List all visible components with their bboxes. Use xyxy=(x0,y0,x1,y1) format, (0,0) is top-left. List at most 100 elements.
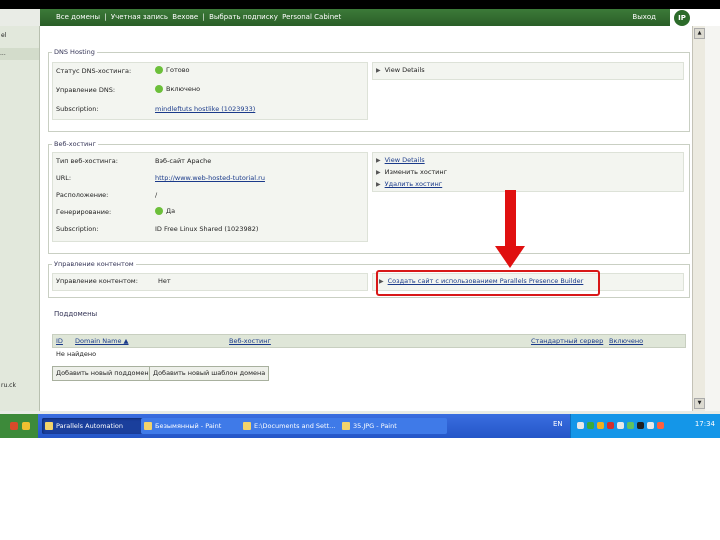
delete-hosting-link[interactable]: ▶ Удалить хостинг xyxy=(376,180,442,188)
tray-icon[interactable] xyxy=(607,422,614,429)
nav-link-all-domains[interactable]: Все домены xyxy=(56,13,100,21)
dns-subscription-link[interactable]: mindleftuts hostlike (1023933) xyxy=(155,105,255,113)
status-ok-icon xyxy=(155,85,163,93)
add-domain-template-button[interactable]: Добавить новый шаблон домена xyxy=(149,366,270,381)
browser-icon xyxy=(45,422,53,430)
folder-icon xyxy=(243,422,251,430)
dns-status-value: Готово xyxy=(155,66,190,74)
tray-icon[interactable] xyxy=(637,422,644,429)
dns-view-details[interactable]: ▶ View Details xyxy=(376,66,425,74)
task-label: Parallels Automation xyxy=(56,422,123,430)
scroll-up-icon[interactable]: ▲ xyxy=(694,28,705,39)
generation-text: Да xyxy=(166,207,176,215)
screen: Все домены | Учетная запись Вехове | Выб… xyxy=(0,0,720,438)
nav-separator: | xyxy=(104,13,107,21)
arrow-right-icon: ▶ xyxy=(376,181,381,188)
location-value: / xyxy=(155,191,158,199)
location-label: Расположение: xyxy=(56,191,109,199)
sidebar-item[interactable]: el xyxy=(1,32,6,39)
dns-management-text: Включено xyxy=(166,85,201,93)
dns-hosting-title: DNS Hosting xyxy=(52,48,97,56)
top-navigation-bar: Все домены | Учетная запись Вехове | Выб… xyxy=(40,9,670,26)
web-subscription-label: Subscription: xyxy=(56,225,99,233)
tray-icon[interactable] xyxy=(657,422,664,429)
dns-status-text: Готово xyxy=(166,66,190,74)
start-button[interactable] xyxy=(0,414,38,438)
vertical-scrollbar[interactable]: ▲ ▼ xyxy=(692,26,705,411)
subdomains-table-header: ID Domain Name ▲ Веб-хостинг Стандартный… xyxy=(52,334,686,348)
top-black-bar xyxy=(0,0,720,9)
column-domain-name[interactable]: Domain Name ▲ xyxy=(75,337,129,345)
quicklaunch-icon[interactable] xyxy=(10,422,18,430)
web-view-details-label: View Details xyxy=(384,156,425,164)
arrow-right-icon: ▶ xyxy=(376,157,381,164)
task-paint-untitled[interactable]: Безымянный - Paint xyxy=(141,418,249,434)
system-tray: 17:34 xyxy=(570,414,720,438)
hosting-type-label: Тип веб-хостинга: xyxy=(56,157,118,165)
pointer-arrow-icon xyxy=(495,246,525,268)
sidebar-footer-text: ru.ck xyxy=(1,382,16,389)
nav-separator: | xyxy=(202,13,205,21)
nav-link-personal-cabinet[interactable]: Personal Cabinet xyxy=(282,13,341,21)
tray-icon[interactable] xyxy=(617,422,624,429)
tray-icon[interactable] xyxy=(597,422,604,429)
sidebar-item-selected[interactable]: ... xyxy=(0,48,39,60)
arrow-right-icon: ▶ xyxy=(376,169,381,176)
language-indicator[interactable]: EN xyxy=(553,420,563,428)
tray-icon[interactable] xyxy=(587,422,594,429)
windows-taskbar: Parallels Automation Безымянный - Paint … xyxy=(0,414,720,438)
generation-label: Генерирование: xyxy=(56,208,112,216)
left-sidebar: el ... ru.ck xyxy=(0,26,40,411)
paint-icon xyxy=(342,422,350,430)
url-label: URL: xyxy=(56,174,72,182)
column-standard-server[interactable]: Стандартный сервер xyxy=(531,337,603,345)
logout-link[interactable]: Выход xyxy=(632,9,656,26)
web-hosting-title: Веб-хостинг xyxy=(52,140,98,148)
content-management-label: Управление контентом: xyxy=(56,277,138,285)
brand-logo: IP xyxy=(670,9,720,27)
column-id[interactable]: ID xyxy=(56,337,63,345)
dns-subscription-label: Subscription: xyxy=(56,105,99,113)
subdomains-empty-text: Не найдено xyxy=(56,350,97,358)
taskbar-clock: 17:34 xyxy=(694,420,715,428)
dns-status-label: Статус DNS-хостинга: xyxy=(56,67,132,75)
dns-management-value: Включено xyxy=(155,85,200,93)
dns-management-label: Управление DNS: xyxy=(56,86,116,94)
task-explorer-folder[interactable]: E:\Documents and Sett... xyxy=(240,418,348,434)
dns-view-details-label: View Details xyxy=(384,66,425,74)
tray-icon[interactable] xyxy=(647,422,654,429)
web-view-details[interactable]: ▶ View Details xyxy=(376,156,425,164)
status-ok-icon xyxy=(155,66,163,74)
task-label: 35.JPG - Paint xyxy=(353,422,397,430)
column-enabled[interactable]: Включено xyxy=(609,337,643,345)
web-subscription-value: ID Free Linux Shared (1023982) xyxy=(155,225,259,233)
content-management-title: Управление контентом xyxy=(52,260,136,268)
nav-link-exit[interactable]: Вехове xyxy=(172,13,198,21)
task-paint-35jpg[interactable]: 35.JPG - Paint xyxy=(339,418,447,434)
nav-link-select-subscription[interactable]: Выбрать подписку xyxy=(209,13,278,21)
change-hosting-link[interactable]: ▶ Изменить хостинг xyxy=(376,168,447,176)
change-hosting-label: Изменить хостинг xyxy=(384,168,448,176)
column-web-hosting[interactable]: Веб-хостинг xyxy=(229,337,271,345)
nav-link-account[interactable]: Учетная запись xyxy=(111,13,168,21)
hosting-type-value: Вэб-сайт Apache xyxy=(155,157,212,165)
add-subdomain-button[interactable]: Добавить новый поддомен xyxy=(52,366,153,381)
right-margin xyxy=(705,26,720,411)
delete-hosting-label: Удалить хостинг xyxy=(384,180,443,188)
tray-icon[interactable] xyxy=(627,422,634,429)
content-management-value: Нет xyxy=(158,277,171,285)
logo-mark: IP xyxy=(674,10,690,26)
generation-value: Да xyxy=(155,207,175,215)
task-label: E:\Documents and Sett... xyxy=(254,422,336,430)
task-parallels-automation[interactable]: Parallels Automation xyxy=(42,418,150,434)
pointer-arrow-shaft xyxy=(505,190,516,248)
status-ok-icon xyxy=(155,207,163,215)
highlight-box xyxy=(376,270,600,296)
tray-icon[interactable] xyxy=(577,422,584,429)
nav-links: Все домены | Учетная запись Вехове | Выб… xyxy=(56,9,343,26)
quicklaunch-icon[interactable] xyxy=(22,422,30,430)
url-link[interactable]: http://www.web-hosted-tutorial.ru xyxy=(155,174,265,182)
subdomains-title: Поддомены xyxy=(52,310,100,318)
scroll-down-icon[interactable]: ▼ xyxy=(694,398,705,409)
paint-icon xyxy=(144,422,152,430)
